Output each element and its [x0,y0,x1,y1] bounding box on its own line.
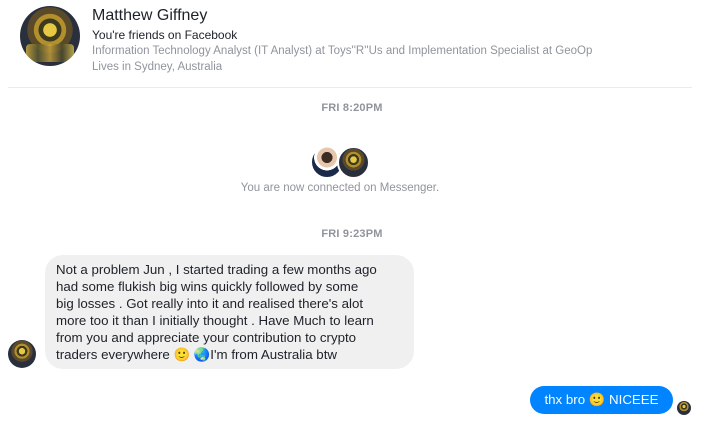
message-line: more too it than I initially thought . H… [56,313,374,328]
contact-location: Lives in Sydney, Australia [92,61,223,73]
friend-status: You're friends on Facebook [92,28,238,42]
seen-indicator-avatar [677,401,691,415]
sender-avatar[interactable] [8,340,36,368]
contact-avatar-small [337,146,370,179]
contact-avatar[interactable] [20,6,80,66]
message-line: big losses . Got really into it and real… [56,296,364,311]
contact-name[interactable]: Matthew Giffney [92,7,207,25]
message-line: from you and appreciate your contributio… [56,330,357,345]
outgoing-message-bubble[interactable]: thx bro 🙂 NICEEE [530,386,673,414]
incoming-message-bubble[interactable]: Not a problem Jun , I started trading a … [45,255,414,369]
connected-notice: You are now connected on Messenger. [240,182,440,194]
contact-work: Information Technology Analyst (IT Analy… [92,45,593,57]
message-line: Not a problem Jun , I started trading a … [56,262,377,277]
header-divider [8,87,692,88]
message-line: traders everywhere 🙂 🌏I'm from Australia… [56,347,337,362]
timestamp: FRI 8:20PM [321,102,383,114]
message-line: had some flukish big wins quickly follow… [56,279,359,294]
contact-header: Matthew Giffney You're friends on Facebo… [0,0,704,88]
connected-avatars [311,146,371,180]
timestamp: FRI 9:23PM [321,228,383,240]
